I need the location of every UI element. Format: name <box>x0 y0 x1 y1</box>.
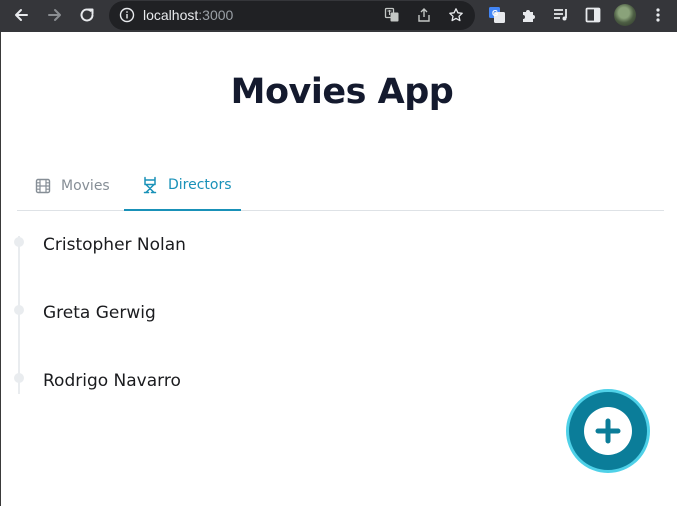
media-playlist-icon[interactable] <box>551 5 571 25</box>
page-title: Movies App <box>230 72 454 112</box>
list-item: Rodrigo Navarro <box>43 371 181 391</box>
arrow-left-icon <box>15 9 28 21</box>
timeline-bullet <box>14 237 24 247</box>
tab-movies[interactable]: Movies <box>35 160 110 211</box>
kebab-menu-icon[interactable] <box>648 5 668 25</box>
url-host: localhost <box>143 7 199 23</box>
plus-icon <box>584 407 632 455</box>
tab-directors-label: Directors <box>168 176 232 193</box>
profile-avatar[interactable] <box>614 4 636 26</box>
forward-button[interactable] <box>44 4 66 26</box>
google-translate-extension-icon[interactable]: G <box>487 5 507 25</box>
reload-button[interactable] <box>76 4 98 26</box>
add-director-button[interactable] <box>566 389 650 473</box>
url-text: localhost:3000 <box>143 7 233 24</box>
tab-list: Movies Directors <box>17 160 664 211</box>
translate-icon[interactable] <box>383 6 401 24</box>
bookmark-star-icon[interactable] <box>447 6 465 24</box>
page-content: Movies App Movies Directors Cristopher N… <box>0 32 677 506</box>
tab-directors[interactable]: Directors <box>124 160 241 211</box>
timeline-bullet <box>14 373 24 383</box>
list-item: Greta Gerwig <box>43 303 156 323</box>
share-icon[interactable] <box>415 6 433 24</box>
back-button[interactable] <box>10 4 32 26</box>
director-chair-icon <box>143 176 157 193</box>
svg-text:G: G <box>492 9 498 18</box>
directors-timeline <box>18 236 20 394</box>
extensions-puzzle-icon[interactable] <box>519 5 539 25</box>
url-port: :3000 <box>198 7 234 23</box>
address-bar[interactable]: localhost:3000 <box>109 1 475 30</box>
tab-movies-label: Movies <box>61 177 110 194</box>
timeline-bullet <box>14 305 24 315</box>
side-panel-icon[interactable] <box>583 5 603 25</box>
list-item: Cristopher Nolan <box>43 235 186 255</box>
reload-icon <box>80 8 94 22</box>
browser-toolbar: localhost:3000 G <box>0 0 677 32</box>
film-icon <box>35 178 51 193</box>
arrow-right-icon <box>48 9 61 21</box>
info-icon[interactable] <box>119 7 135 23</box>
